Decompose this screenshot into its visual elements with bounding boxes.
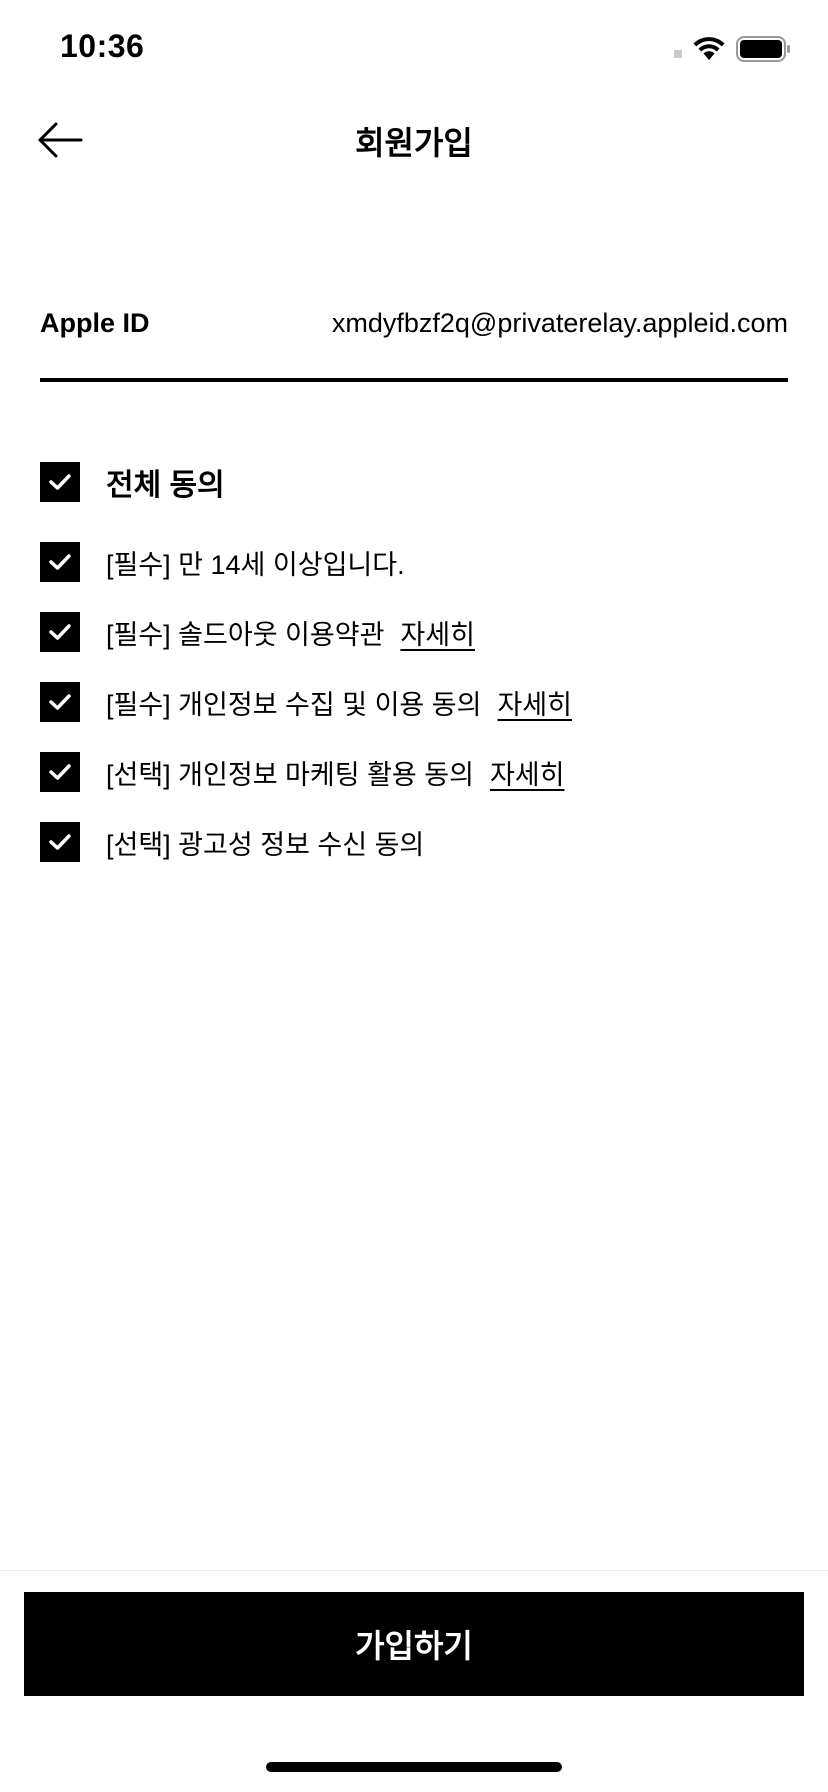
agree-age-checkbox[interactable] bbox=[40, 542, 80, 582]
wifi-icon bbox=[693, 37, 725, 60]
agree-item-privacy[interactable]: [필수] 개인정보 수집 및 이용 동의 자세히 bbox=[40, 682, 788, 722]
page-title: 회원가입 bbox=[355, 125, 473, 161]
privacy-detail-link[interactable]: 자세히 bbox=[497, 683, 572, 722]
status-icons bbox=[674, 34, 792, 64]
agree-terms-checkbox[interactable] bbox=[40, 612, 80, 652]
check-icon bbox=[49, 554, 71, 570]
marketing-detail-link[interactable]: 자세히 bbox=[490, 753, 565, 792]
check-icon bbox=[49, 764, 71, 780]
agree-privacy-label: [필수] 개인정보 수집 및 이용 동의 bbox=[106, 689, 482, 720]
apple-id-row: Apple ID xmdyfbzf2q@privaterelay.appleid… bbox=[40, 300, 788, 382]
check-icon bbox=[49, 834, 71, 850]
agree-all-checkbox[interactable] bbox=[40, 462, 80, 502]
signup-screen: 10:36 회원가입 Apple ID xmdyfbzf2q@privatere… bbox=[0, 0, 828, 1792]
status-bar: 10:36 bbox=[0, 0, 828, 100]
nav-bar: 회원가입 bbox=[0, 100, 828, 180]
check-icon bbox=[49, 694, 71, 710]
check-icon bbox=[49, 624, 71, 640]
battery-icon bbox=[736, 36, 790, 62]
agree-privacy-checkbox[interactable] bbox=[40, 682, 80, 722]
agreement-list: 전체 동의 [필수] 만 14세 이상입니다. [필수] 솔드아웃 이용약관 자… bbox=[40, 462, 788, 892]
agree-marketing-label: [선택] 개인정보 마케팅 활용 동의 bbox=[106, 759, 474, 790]
agree-item-age[interactable]: [필수] 만 14세 이상입니다. bbox=[40, 542, 788, 582]
agree-all-label: 전체 동의 bbox=[106, 469, 225, 502]
apple-id-value: xmdyfbzf2q@privaterelay.appleid.com bbox=[331, 308, 788, 338]
status-time: 10:36 bbox=[60, 28, 145, 64]
agree-ads-checkbox[interactable] bbox=[40, 822, 80, 862]
agree-item-ads[interactable]: [선택] 광고성 정보 수신 동의 bbox=[40, 822, 788, 862]
signal-icon bbox=[674, 50, 682, 58]
agree-age-label: [필수] 만 14세 이상입니다. bbox=[106, 549, 405, 580]
signup-button[interactable]: 가입하기 bbox=[24, 1592, 804, 1696]
agree-marketing-checkbox[interactable] bbox=[40, 752, 80, 792]
apple-id-label: Apple ID bbox=[40, 308, 150, 338]
agree-item-marketing[interactable]: [선택] 개인정보 마케팅 활용 동의 자세히 bbox=[40, 752, 788, 792]
home-indicator bbox=[266, 1762, 562, 1772]
terms-detail-link[interactable]: 자세히 bbox=[400, 613, 475, 652]
bottom-divider bbox=[0, 1570, 828, 1571]
agree-item-terms[interactable]: [필수] 솔드아웃 이용약관 자세히 bbox=[40, 612, 788, 652]
agree-terms-label: [필수] 솔드아웃 이용약관 bbox=[106, 619, 385, 650]
check-icon bbox=[49, 474, 71, 490]
agree-all-row[interactable]: 전체 동의 bbox=[40, 462, 788, 502]
agree-ads-label: [선택] 광고성 정보 수신 동의 bbox=[106, 829, 425, 860]
